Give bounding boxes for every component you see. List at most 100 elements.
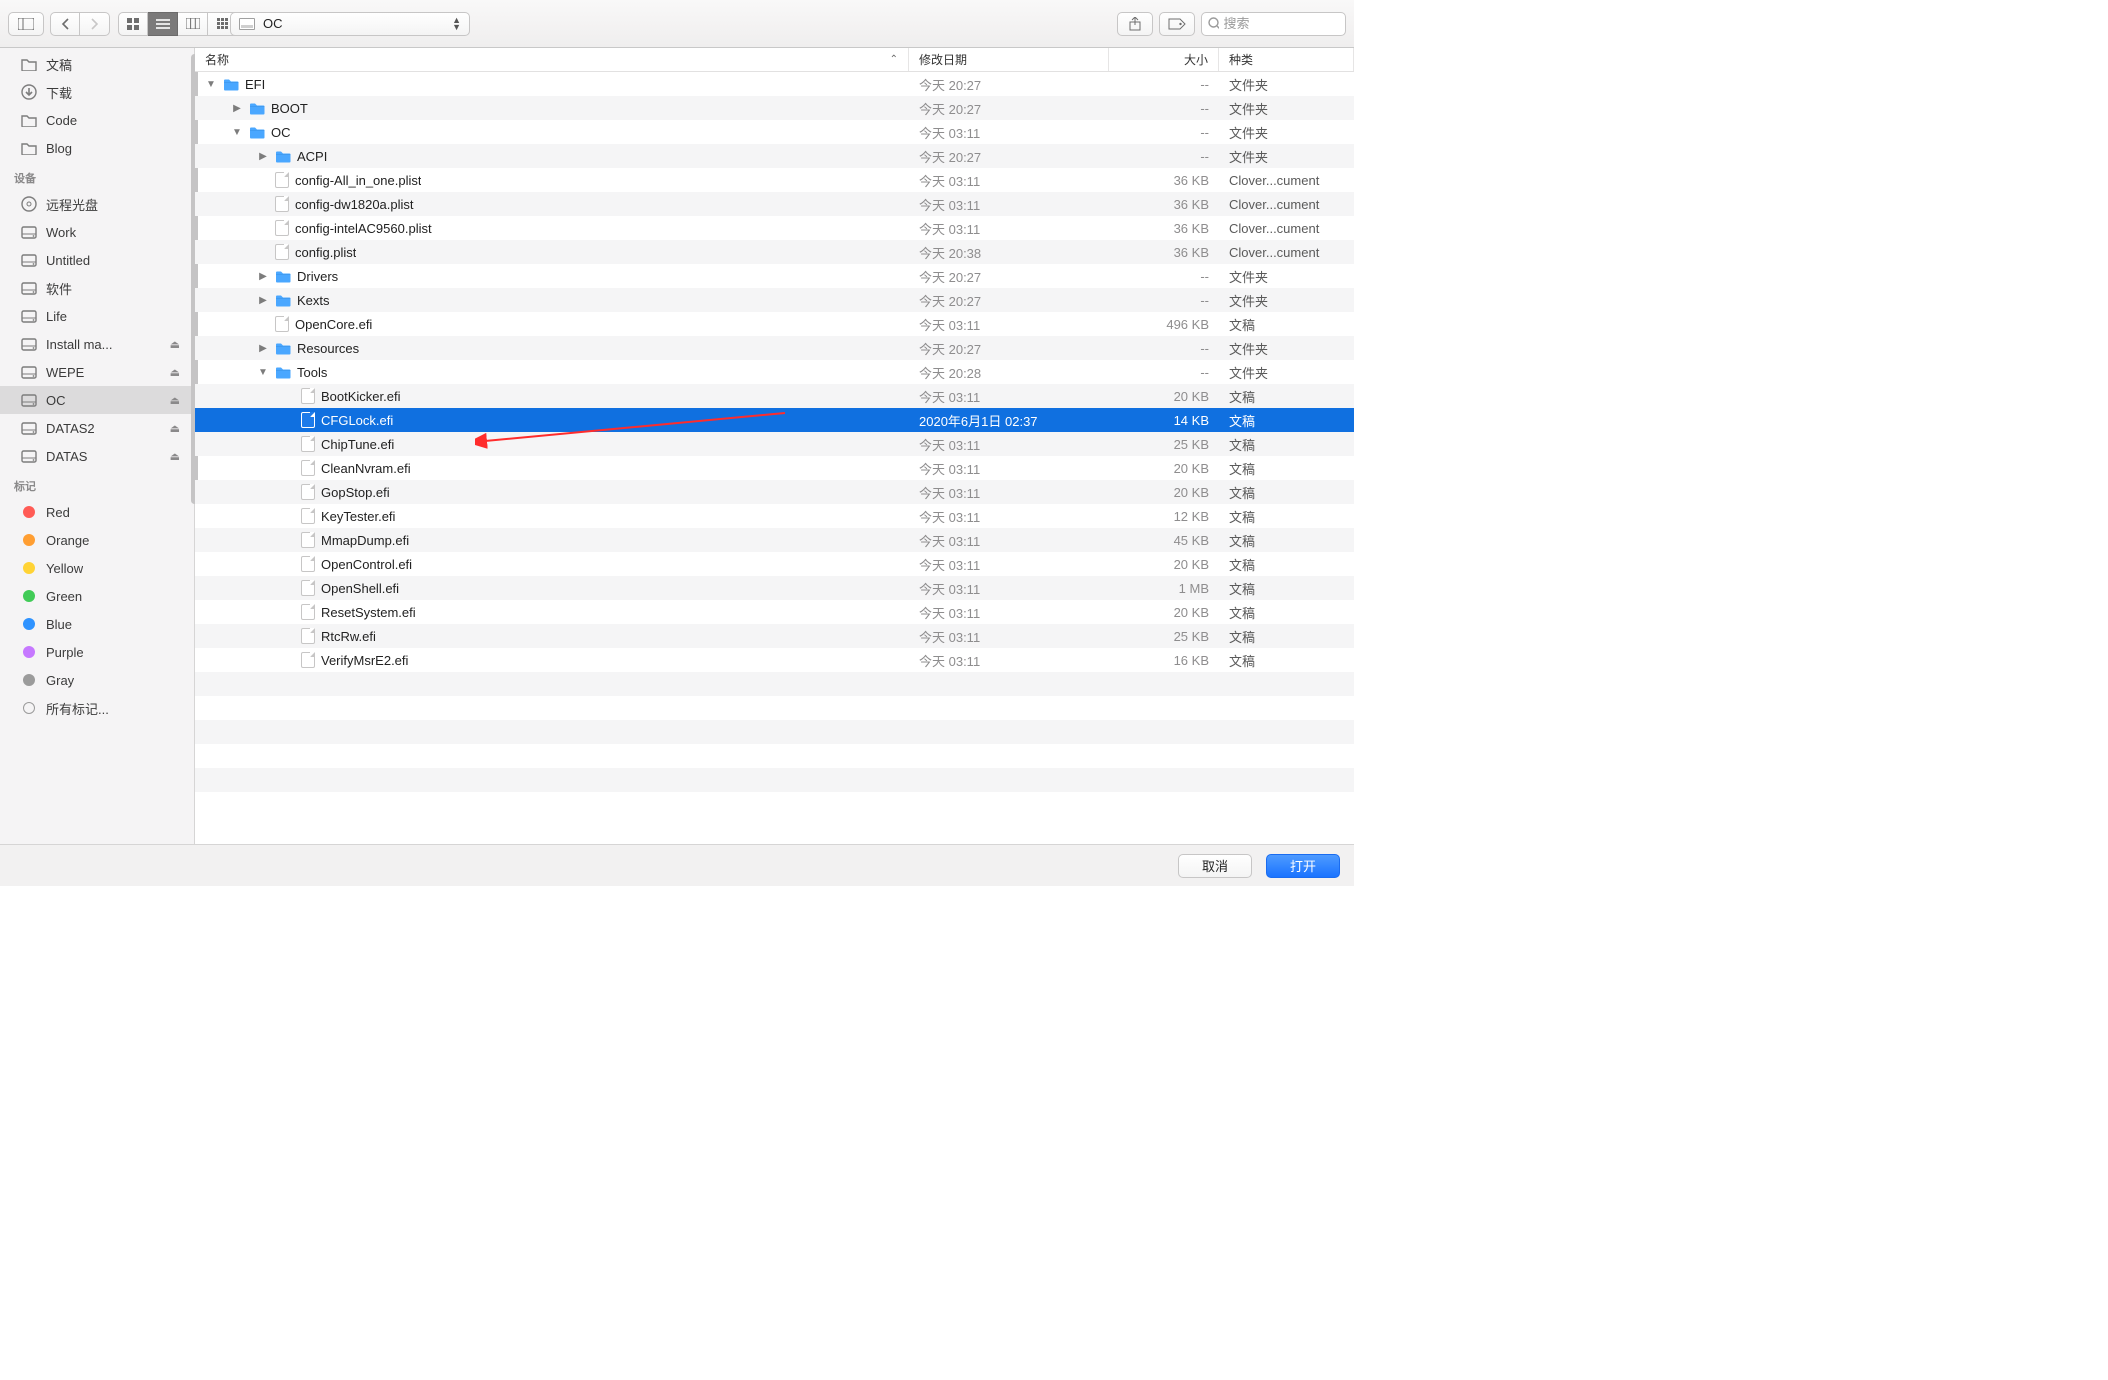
disclosure-icon[interactable]: ▼ <box>231 127 243 138</box>
table-row[interactable]: BootKicker.efi 今天 03:11 20 KB 文稿 <box>195 384 1354 408</box>
sidebar-item-dev-4[interactable]: Life <box>0 302 194 330</box>
file-size: -- <box>1109 101 1219 116</box>
folder-icon <box>20 55 38 73</box>
table-row[interactable]: MmapDump.efi 今天 03:11 45 KB 文稿 <box>195 528 1354 552</box>
table-row[interactable]: config.plist 今天 20:38 36 KB Clover...cum… <box>195 240 1354 264</box>
disclosure-icon[interactable]: ▶ <box>257 343 269 354</box>
search-input[interactable] <box>1223 16 1339 31</box>
download-icon <box>20 83 38 101</box>
sidebar-item-tag-2[interactable]: Yellow <box>0 554 194 582</box>
table-row[interactable]: OpenControl.efi 今天 03:11 20 KB 文稿 <box>195 552 1354 576</box>
sidebar-item-label: 软件 <box>46 279 72 298</box>
sidebar-item-dev-6[interactable]: WEPE⏏ <box>0 358 194 386</box>
devices-header: 设备 <box>0 162 194 190</box>
file-size: 496 KB <box>1109 317 1219 332</box>
sidebar-item-dev-1[interactable]: Work <box>0 218 194 246</box>
hdd-icon <box>20 335 38 353</box>
hdd-icon <box>20 251 38 269</box>
forward-button[interactable] <box>80 12 110 36</box>
sidebar-item-fav-3[interactable]: Blog <box>0 134 194 162</box>
file-size: 20 KB <box>1109 389 1219 404</box>
table-row[interactable]: VerifyMsrE2.efi 今天 03:11 16 KB 文稿 <box>195 648 1354 672</box>
list-view-button[interactable] <box>148 12 178 36</box>
sidebar-item-dev-8[interactable]: DATAS2⏏ <box>0 414 194 442</box>
table-row[interactable]: ResetSystem.efi 今天 03:11 20 KB 文稿 <box>195 600 1354 624</box>
sidebar-item-label: Life <box>46 309 67 324</box>
col-size[interactable]: 大小 <box>1109 48 1219 71</box>
table-row[interactable]: ▶ Resources 今天 20:27 -- 文件夹 <box>195 336 1354 360</box>
eject-icon[interactable]: ⏏ <box>170 450 180 463</box>
table-row[interactable]: config-intelAC9560.plist 今天 03:11 36 KB … <box>195 216 1354 240</box>
table-row[interactable]: CFGLock.efi 2020年6月1日 02:37 14 KB 文稿 <box>195 408 1354 432</box>
sidebar-item-tag-1[interactable]: Orange <box>0 526 194 554</box>
back-button[interactable] <box>50 12 80 36</box>
sidebar-item-dev-7[interactable]: OC⏏ <box>0 386 194 414</box>
file-date: 今天 03:11 <box>909 387 1109 406</box>
table-row[interactable]: config-dw1820a.plist 今天 03:11 36 KB Clov… <box>195 192 1354 216</box>
file-date: 今天 20:38 <box>909 243 1109 262</box>
table-row[interactable]: ▶ ACPI 今天 20:27 -- 文件夹 <box>195 144 1354 168</box>
col-name[interactable]: 名称⌃ <box>195 48 909 71</box>
sidebar-item-tag-6[interactable]: Gray <box>0 666 194 694</box>
table-row[interactable]: CleanNvram.efi 今天 03:11 20 KB 文稿 <box>195 456 1354 480</box>
eject-icon[interactable]: ⏏ <box>170 394 180 407</box>
eject-icon[interactable]: ⏏ <box>170 338 180 351</box>
table-row[interactable]: ▶ Kexts 今天 20:27 -- 文件夹 <box>195 288 1354 312</box>
table-row[interactable]: ChipTune.efi 今天 03:11 25 KB 文稿 <box>195 432 1354 456</box>
sidebar-item-tag-4[interactable]: Blue <box>0 610 194 638</box>
column-view-button[interactable] <box>178 12 208 36</box>
col-date[interactable]: 修改日期 <box>909 48 1109 71</box>
table-row[interactable]: KeyTester.efi 今天 03:11 12 KB 文稿 <box>195 504 1354 528</box>
table-row[interactable]: ▶ Drivers 今天 20:27 -- 文件夹 <box>195 264 1354 288</box>
tagdot-icon <box>20 699 38 717</box>
file-name: EFI <box>245 77 265 92</box>
table-row[interactable]: OpenShell.efi 今天 03:11 1 MB 文稿 <box>195 576 1354 600</box>
col-kind[interactable]: 种类 <box>1219 48 1354 71</box>
sidebar-item-tag-5[interactable]: Purple <box>0 638 194 666</box>
file-size: 36 KB <box>1109 221 1219 236</box>
table-row[interactable]: ▼ OC 今天 03:11 -- 文件夹 <box>195 120 1354 144</box>
file-name: OpenCore.efi <box>295 317 372 332</box>
sidebar-item-tag-0[interactable]: Red <box>0 498 194 526</box>
tags-button[interactable] <box>1159 12 1195 36</box>
share-button[interactable] <box>1117 12 1153 36</box>
disclosure-icon[interactable]: ▼ <box>257 367 269 378</box>
sidebar-item-tag-7[interactable]: 所有标记... <box>0 694 194 722</box>
disclosure-icon[interactable]: ▶ <box>257 151 269 162</box>
sidebar-item-dev-0[interactable]: 远程光盘 <box>0 190 194 218</box>
sidebar-item-dev-9[interactable]: DATAS⏏ <box>0 442 194 470</box>
eject-icon[interactable]: ⏏ <box>170 366 180 379</box>
table-row[interactable]: GopStop.efi 今天 03:11 20 KB 文稿 <box>195 480 1354 504</box>
sidebar-item-dev-3[interactable]: 软件 <box>0 274 194 302</box>
disclosure-icon[interactable]: ▶ <box>257 271 269 282</box>
eject-icon[interactable]: ⏏ <box>170 422 180 435</box>
sidebar-item-label: Gray <box>46 673 74 688</box>
disclosure-icon[interactable]: ▶ <box>231 103 243 114</box>
file-kind: 文稿 <box>1219 507 1354 526</box>
disclosure-icon[interactable]: ▼ <box>205 79 217 90</box>
table-row[interactable]: RtcRw.efi 今天 03:11 25 KB 文稿 <box>195 624 1354 648</box>
file-icon <box>301 508 315 524</box>
table-row[interactable]: OpenCore.efi 今天 03:11 496 KB 文稿 <box>195 312 1354 336</box>
sidebar-item-dev-5[interactable]: Install ma...⏏ <box>0 330 194 358</box>
path-popup[interactable]: OC ▲▼ <box>230 12 470 36</box>
open-button[interactable]: 打开 <box>1266 854 1340 878</box>
file-date: 今天 03:11 <box>909 603 1109 622</box>
sidebar-item-fav-1[interactable]: 下载 <box>0 78 194 106</box>
file-icon <box>301 604 315 620</box>
sidebar-item-tag-3[interactable]: Green <box>0 582 194 610</box>
icon-view-button[interactable] <box>118 12 148 36</box>
sidebar-item-fav-2[interactable]: Code <box>0 106 194 134</box>
table-row[interactable]: ▶ BOOT 今天 20:27 -- 文件夹 <box>195 96 1354 120</box>
sidebar-item-dev-2[interactable]: Untitled <box>0 246 194 274</box>
table-row[interactable]: ▼ Tools 今天 20:28 -- 文件夹 <box>195 360 1354 384</box>
table-row[interactable]: config-All_in_one.plist 今天 03:11 36 KB C… <box>195 168 1354 192</box>
search-field[interactable] <box>1201 12 1346 36</box>
tagdot-icon <box>20 615 38 633</box>
table-row[interactable]: ▼ EFI 今天 20:27 -- 文件夹 <box>195 72 1354 96</box>
cancel-button[interactable]: 取消 <box>1178 854 1252 878</box>
sidebar-item-fav-0[interactable]: 文稿 <box>0 50 194 78</box>
share-icon <box>1129 17 1141 31</box>
disclosure-icon[interactable]: ▶ <box>257 295 269 306</box>
toggle-sidebar-button[interactable] <box>8 12 44 36</box>
